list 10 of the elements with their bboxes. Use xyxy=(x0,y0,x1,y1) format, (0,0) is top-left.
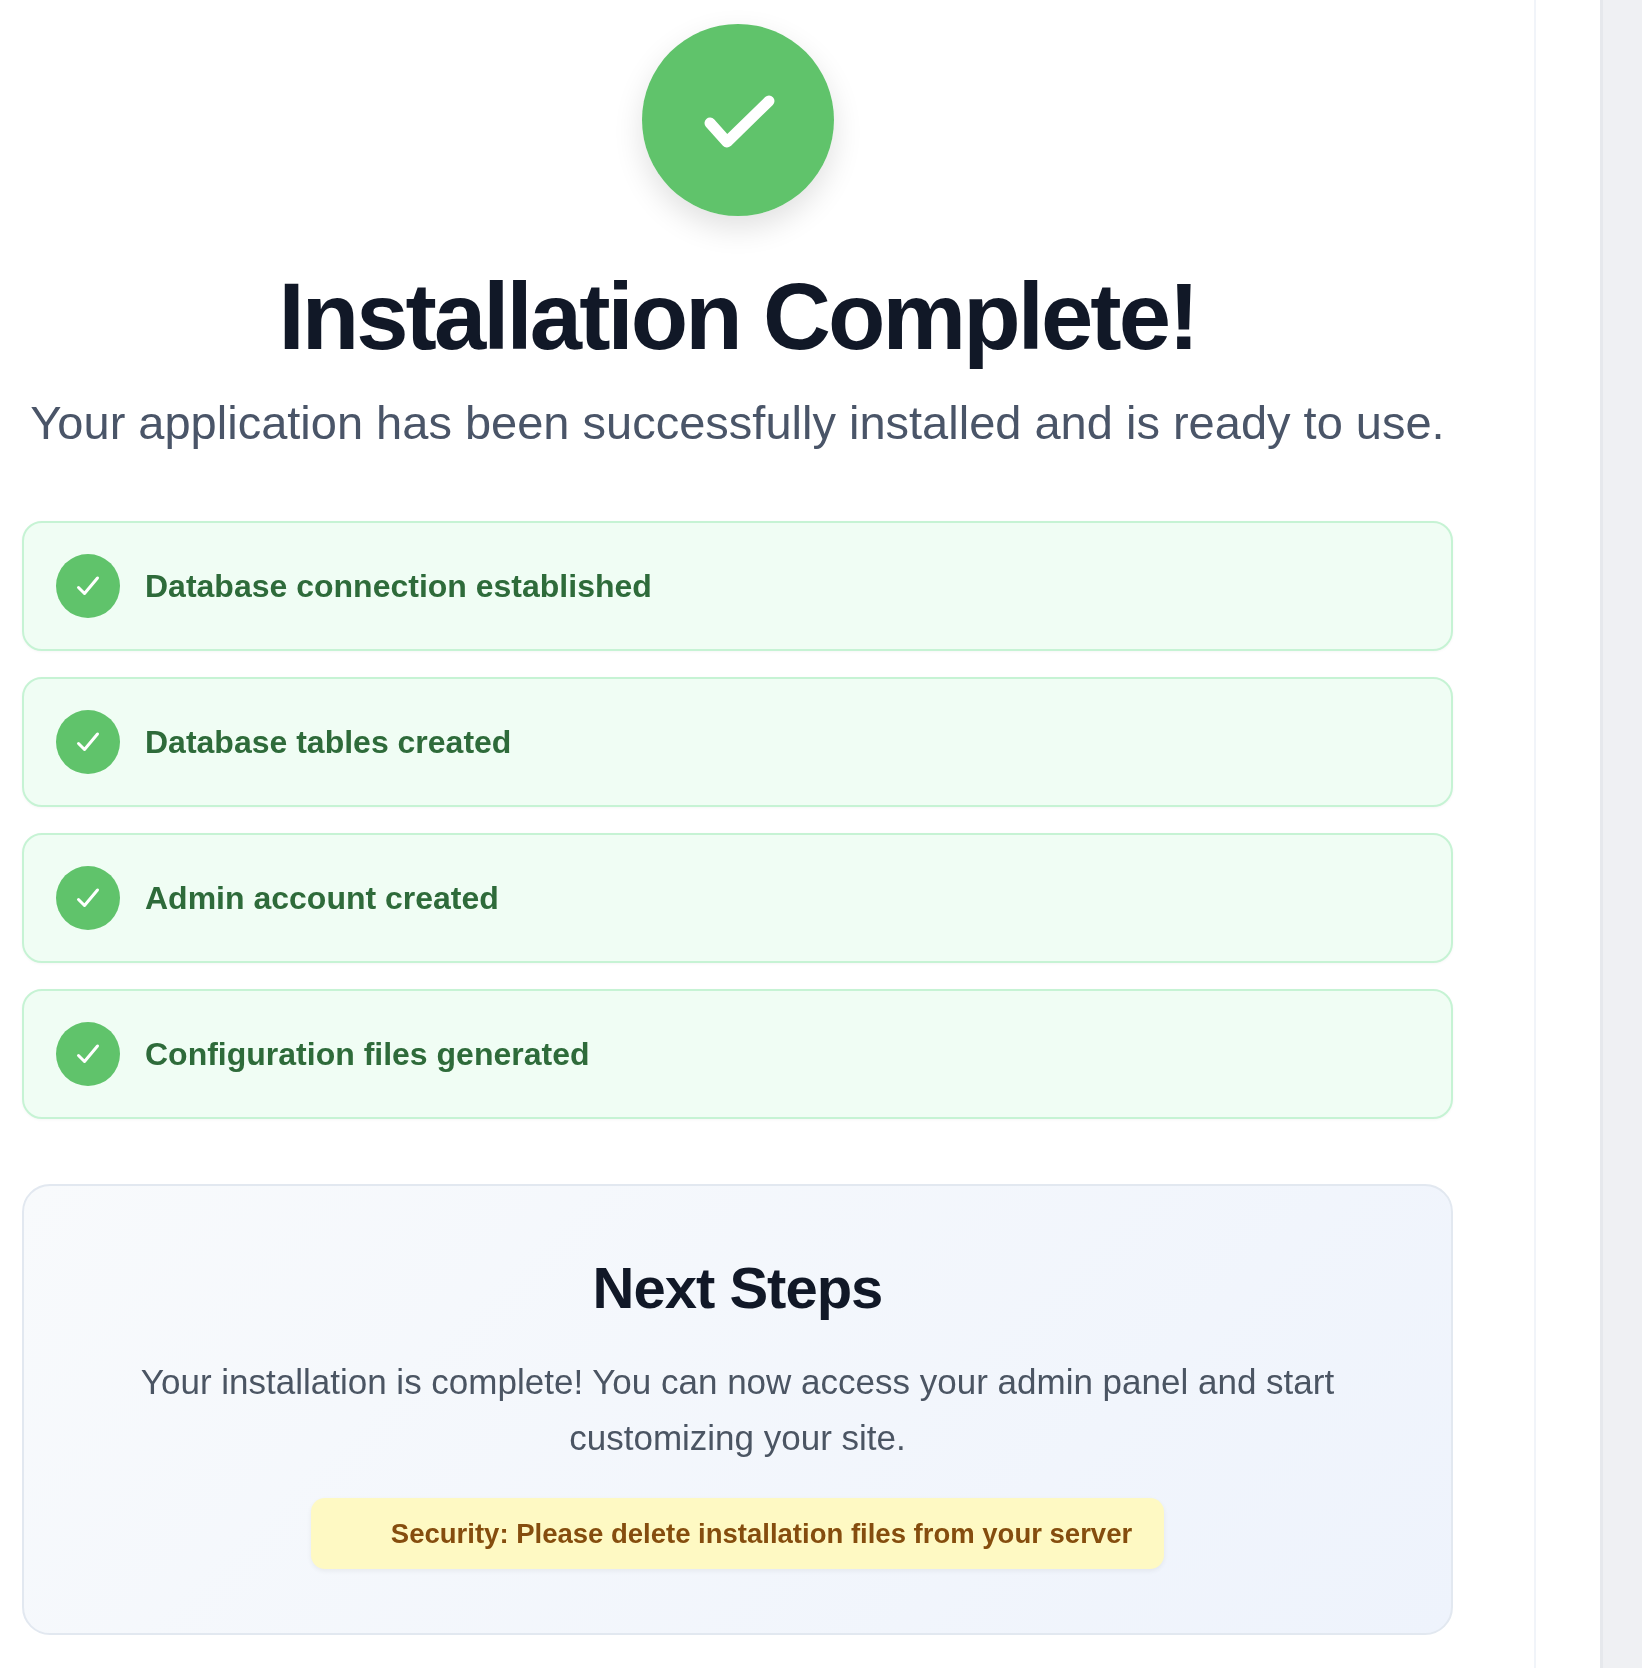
step-label: Database connection established xyxy=(145,567,652,605)
page-title: Installation Complete! xyxy=(278,265,1197,369)
success-check-icon xyxy=(641,24,834,216)
next-steps-text: Your installation is complete! You can now access your admin panel and start customizing your site. xyxy=(139,1361,1336,1459)
step-label: Admin account created xyxy=(145,879,499,917)
step-label: Configuration files generated xyxy=(145,1035,590,1073)
security-notice: Security: Please delete installation files from your server xyxy=(310,1498,1165,1569)
next-steps-title: Next Steps xyxy=(592,1254,883,1323)
page-subtitle: Your application has been successfully installed and is ready to use. xyxy=(30,395,1445,452)
step-label: Database tables created xyxy=(145,723,512,761)
